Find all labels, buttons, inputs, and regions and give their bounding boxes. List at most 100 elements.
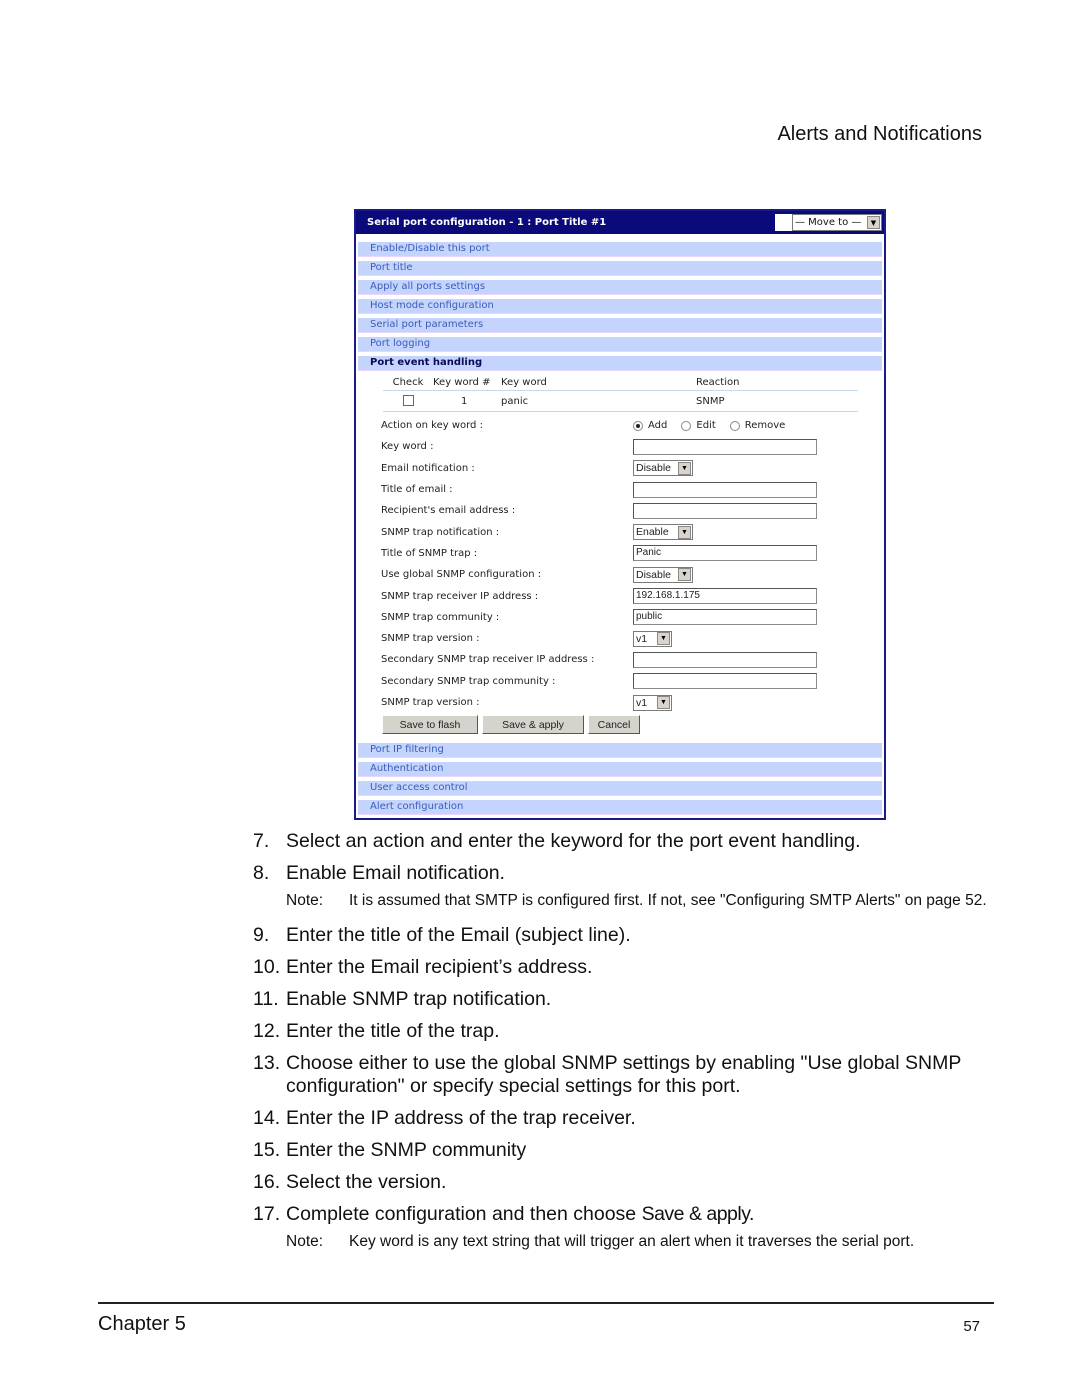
form-row-action: Action on key word : Add Edit Remove [381, 415, 861, 436]
step-7: 7. Select an action and enter the keyword… [253, 830, 993, 853]
form-row-snmp-notification: SNMP trap notification : Enable ▼ [381, 521, 861, 542]
footer-page-number: 57 [963, 1318, 980, 1335]
email-title-input[interactable] [633, 481, 817, 498]
snmp-title-label: Title of SNMP trap : [381, 547, 478, 559]
step-number: 16. [253, 1171, 281, 1193]
nav-item-alert-configuration[interactable]: Alert configuration [358, 800, 882, 815]
chevron-down-icon[interactable]: ▼ [867, 216, 880, 229]
email-notification-ctrl: Disable ▼ [633, 460, 861, 477]
step-number: 15. [253, 1139, 281, 1161]
keyword-ctrl [633, 438, 861, 455]
step-number: 17. [253, 1203, 281, 1225]
radio-add[interactable]: Add [633, 420, 667, 431]
chevron-down-icon[interactable]: ▼ [657, 632, 670, 646]
step-text: Enter the Email recipient’s address. [286, 956, 593, 978]
radio-edit-label: Edit [696, 420, 716, 432]
nav-item-host-mode[interactable]: Host mode configuration [358, 299, 882, 314]
step-16: 16. Select the version. [253, 1171, 993, 1194]
save-and-apply-button[interactable]: Save & apply [482, 715, 584, 734]
form-row-snmp-title: Title of SNMP trap : Panic [381, 543, 861, 564]
nav-item-enable-disable[interactable]: Enable/Disable this port [358, 242, 882, 257]
community-ctrl: public [633, 609, 861, 626]
nav-list-bottom: Port IP filtering Authentication User ac… [358, 743, 882, 819]
cancel-button[interactable]: Cancel [588, 715, 640, 734]
secondary-version-label: SNMP trap version : [381, 697, 480, 708]
version-ctrl: v1 ▼ [633, 630, 861, 647]
email-notification-select[interactable]: Disable ▼ [633, 460, 693, 477]
step-number: 12. [253, 1020, 281, 1042]
form-row-email-notification: Email notification : Disable ▼ [381, 458, 861, 479]
step-text: Enable SNMP trap notification. [286, 988, 552, 1010]
save-to-flash-button[interactable]: Save to flash [382, 715, 478, 734]
snmp-title-ctrl: Panic [633, 545, 861, 562]
nav-item-serial-params[interactable]: Serial port parameters [358, 318, 882, 333]
form-row-community: SNMP trap community : public [381, 607, 861, 628]
move-to-value: — Move to — [795, 217, 862, 228]
form-row-receiver-ip: SNMP trap receiver IP address : 192.168.… [381, 585, 861, 606]
form-row-keyword: Key word : [381, 436, 861, 457]
nav-item-port-title[interactable]: Port title [358, 261, 882, 276]
receiver-ip-input[interactable]: 192.168.1.175 [633, 588, 817, 605]
step-number: 11. [253, 988, 279, 1010]
nav-item-port-logging[interactable]: Port logging [358, 337, 882, 352]
action-radios: Add Edit Remove [633, 420, 861, 431]
form-row-secondary-ip: Secondary SNMP trap receiver IP address … [381, 649, 861, 670]
step-12: 12. Enter the title of the trap. [253, 1020, 993, 1043]
step-text: Select an action and enter the keyword f… [286, 830, 861, 852]
chevron-down-icon[interactable]: ▼ [678, 461, 691, 475]
radio-icon[interactable] [729, 420, 740, 431]
keyword-input[interactable] [633, 438, 817, 455]
global-snmp-label: Use global SNMP configuration : [381, 569, 542, 581]
form-row-global-snmp: Use global SNMP configuration : Disable ▼ [381, 564, 861, 585]
radio-icon[interactable] [681, 420, 692, 431]
snmp-notification-select[interactable]: Enable ▼ [633, 524, 693, 541]
recipient-input[interactable] [633, 502, 817, 519]
form-buttons: Save to flash Save & apply Cancel [382, 715, 640, 734]
move-to-dropdown[interactable]: — Move to — ▼ [775, 214, 882, 231]
email-notification-label: Email notification : [381, 462, 475, 474]
row-checkbox[interactable] [402, 395, 414, 407]
form-row-version: SNMP trap version : v1 ▼ [381, 628, 861, 649]
chevron-down-icon[interactable]: ▼ [678, 568, 691, 582]
nav-item-apply-all[interactable]: Apply all ports settings [358, 280, 882, 295]
row-keyword-num: 1 [461, 395, 468, 407]
nav-item-authentication[interactable]: Authentication [358, 762, 882, 777]
note-label: Note: [286, 1233, 324, 1250]
nav-item-port-ip-filtering[interactable]: Port IP filtering [358, 743, 882, 758]
chevron-down-icon[interactable]: ▼ [657, 696, 670, 709]
snmp-notification-value: Enable [636, 526, 669, 539]
recipient-ctrl [633, 502, 861, 519]
note-keyword: Note: Key word is any text string that wi… [286, 1233, 993, 1251]
secondary-ip-input[interactable] [633, 651, 817, 668]
secondary-ip-ctrl [633, 651, 861, 668]
radio-selected-icon[interactable] [633, 420, 643, 431]
secondary-community-input[interactable] [633, 673, 817, 690]
col-check: Check [392, 376, 424, 388]
step-text: Complete configuration and then choose S… [286, 1203, 993, 1226]
community-input[interactable]: public [633, 609, 817, 626]
step-text: Enter the SNMP community [286, 1139, 527, 1161]
radio-edit[interactable]: Edit [681, 420, 716, 432]
nav-item-port-event-handling[interactable]: Port event handling [358, 356, 882, 371]
global-snmp-select[interactable]: Disable ▼ [633, 566, 693, 583]
instruction-steps: 7. Select an action and enter the keyword… [253, 830, 993, 1265]
step-8: 8. Enable Email notification. [253, 862, 993, 885]
step-text: Enter the IP address of the trap receive… [286, 1107, 636, 1129]
secondary-version-select[interactable]: v1 ▼ [633, 694, 672, 711]
note-label: Note: [286, 892, 324, 909]
radio-remove[interactable]: Remove [729, 420, 786, 432]
step-text-main: Complete configuration and then choose [286, 1203, 642, 1225]
snmp-notification-label: SNMP trap notification : [381, 526, 500, 538]
snmp-notification-ctrl: Enable ▼ [633, 524, 861, 541]
chevron-down-icon[interactable]: ▼ [678, 525, 691, 539]
secondary-version-value: v1 [636, 696, 648, 709]
move-to-select[interactable]: — Move to — ▼ [792, 214, 882, 231]
step-9: 9. Enter the title of the Email (subject … [253, 924, 993, 947]
radio-remove-label: Remove [744, 420, 786, 432]
keyword-table: Check Key word # Key word Reaction 1 pan… [383, 374, 858, 412]
version-select[interactable]: v1 ▼ [633, 630, 672, 647]
nav-item-user-access-control[interactable]: User access control [358, 781, 882, 796]
running-head: Alerts and Notifications [777, 123, 982, 145]
snmp-title-input[interactable]: Panic [633, 545, 817, 562]
nav-list-top: Enable/Disable this port Port title Appl… [356, 234, 884, 371]
